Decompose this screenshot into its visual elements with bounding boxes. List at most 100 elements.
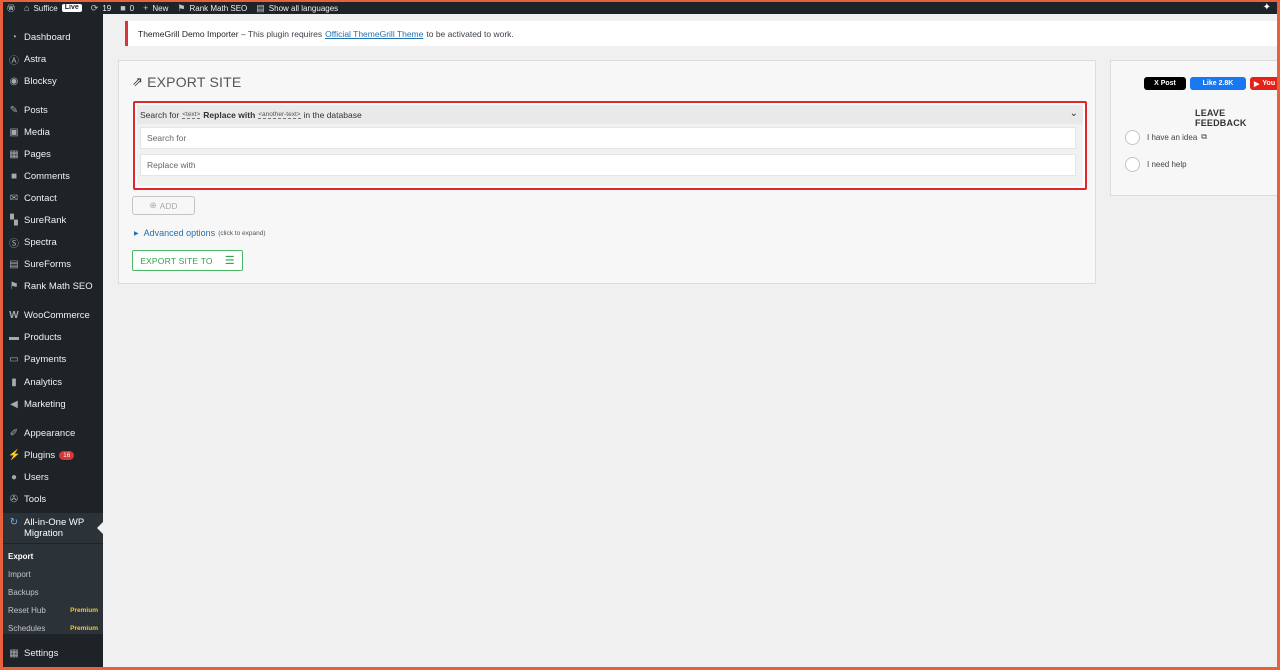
export-panel: ⇗ EXPORT SITE Search for <text> Replace … (118, 60, 1096, 284)
dashboard-icon: ◔ (10, 31, 18, 43)
rank-math-link[interactable]: ⚑ Rank Math SEO (177, 2, 247, 14)
sidebar-item-appearance[interactable]: ✐ Appearance (3, 422, 103, 444)
submenu-item-reset-hub[interactable]: Reset Hub Premium (8, 602, 100, 618)
media-icon: ▣ (9, 126, 19, 138)
products-icon: ▬ (9, 331, 19, 343)
facebook-like-button[interactable]: Like 2.8K (1190, 77, 1246, 90)
sidebar-item-blocksy[interactable]: ◉ Blocksy (3, 70, 103, 92)
submenu-item-import[interactable]: Import (8, 566, 100, 582)
plus-circle-icon: ⊕ (149, 200, 157, 210)
payments-icon: ▭ (9, 353, 19, 365)
new-content-link[interactable]: + New (143, 2, 168, 14)
rank-math-icon: ⚑ (177, 2, 186, 13)
page-title: ⇗ EXPORT SITE (132, 74, 242, 90)
youtube-button[interactable]: ▶ You (1250, 77, 1277, 90)
x-post-button[interactable]: X Post (1144, 77, 1186, 90)
wp-admin-frame: Ⓦ ⌂ Suffice Live ⟳ 19 ■ 0 + New ⚑ Rank M… (3, 2, 1277, 667)
notice-text-after: to be activated to work. (426, 28, 514, 39)
sidebar-item-comments[interactable]: ■ Comments (3, 165, 103, 187)
plus-icon: + (143, 3, 149, 13)
sidebar-item-all-in-one-wp-migration[interactable]: ↻ All-in-One WP Migration (3, 513, 103, 543)
replace-with-input[interactable]: Replace with (140, 154, 1076, 176)
plugin-notice: ThemeGrill Demo Importer – This plugin r… (125, 21, 1277, 46)
blocksy-icon: ◉ (9, 75, 19, 87)
export-site-to-button[interactable]: EXPORT SITE TO ☰ (132, 250, 243, 271)
radio-idea[interactable] (1125, 129, 1140, 145)
tools-icon: ✇ (9, 493, 19, 505)
another-text-tag: <another-text> (258, 110, 301, 119)
sureforms-icon: ▤ (9, 258, 19, 270)
add-button[interactable]: ⊕ ADD (132, 196, 195, 215)
plugins-icon: ⚡ (8, 449, 21, 461)
admin-bar: Ⓦ ⌂ Suffice Live ⟳ 19 ■ 0 + New ⚑ Rank M… (3, 2, 1277, 14)
live-badge: Live (61, 4, 82, 12)
updates-link[interactable]: ⟳ 19 (91, 2, 111, 14)
settings-icon: ▦ (9, 647, 19, 659)
contact-icon: ✉ (9, 192, 19, 204)
sidebar-item-payments[interactable]: ▭ Payments (3, 348, 103, 370)
advanced-options-toggle[interactable]: ▶ Advanced options (click to expand) (134, 228, 266, 238)
radio-help[interactable] (1125, 156, 1140, 172)
chevron-down-icon[interactable]: ⌄ (1070, 108, 1078, 119)
sidebar-item-sureforms[interactable]: ▤ SureForms (3, 253, 103, 275)
youtube-icon: ▶ (1254, 80, 1260, 88)
migration-submenu: Export Import Backups Reset Hub Premium S… (3, 544, 103, 634)
sidebar-item-analytics[interactable]: ▮ Analytics (3, 371, 103, 393)
sidebar-item-settings[interactable]: ▦ Settings (3, 642, 103, 664)
export-icon: ⇗ (132, 74, 144, 89)
plugins-update-badge: 16 (59, 450, 75, 460)
notice-theme-link[interactable]: Official ThemeGrill Theme (325, 29, 423, 39)
surerank-icon: ▚ (10, 214, 18, 226)
wordpress-logo-icon[interactable]: Ⓦ (7, 2, 15, 14)
site-name-link[interactable]: ⌂ Suffice Live (24, 2, 82, 14)
search-replace-header[interactable]: Search for <text> Replace with <another-… (137, 105, 1083, 124)
text-tag: <text> (182, 110, 201, 119)
sidebar-item-media[interactable]: ▣ Media (3, 121, 103, 143)
language-icon: ▤ (256, 2, 265, 13)
notice-text: – This plugin requires (240, 28, 323, 39)
sidebar-item-contact[interactable]: ✉ Contact (3, 187, 103, 209)
admin-sidebar: ◔ Dashboard Ⓐ Astra ◉ Blocksy ✎ Posts ▣ Media… (3, 14, 103, 667)
sidebar-item-products[interactable]: ▬ Products (3, 326, 103, 348)
premium-label: Premium (70, 624, 98, 632)
comments-icon: ■ (10, 170, 18, 182)
sidebar-item-posts[interactable]: ✎ Posts (3, 99, 103, 121)
comment-icon: ■ (120, 3, 126, 13)
sidebar-item-users[interactable]: ● Users (3, 466, 103, 488)
external-link-icon: ⧉ (1201, 132, 1207, 141)
submenu-item-schedules[interactable]: Schedules Premium (8, 620, 100, 636)
menu-icon: ☰ (224, 255, 235, 267)
sparkle-icon[interactable]: ✦ (1263, 2, 1271, 13)
submenu-item-export[interactable]: Export (8, 548, 100, 564)
languages-link[interactable]: ▤ Show all languages (256, 2, 338, 14)
users-icon: ● (10, 471, 18, 483)
search-replace-box: Search for <text> Replace with <another-… (133, 101, 1087, 190)
woocommerce-icon: W (9, 309, 19, 321)
pin-icon: ✎ (9, 104, 19, 116)
sidebar-item-dashboard[interactable]: ◔ Dashboard (3, 26, 103, 48)
marketing-icon: ◀ (10, 398, 18, 410)
updates-icon: ⟳ (90, 2, 99, 13)
rank-math-icon: ⚑ (9, 280, 19, 292)
sidebar-item-pages[interactable]: ▦ Pages (3, 143, 103, 165)
sidebar-item-spectra[interactable]: Ⓢ Spectra (3, 231, 103, 253)
astra-icon: Ⓐ (9, 55, 19, 67)
premium-label: Premium (70, 606, 98, 614)
sidebar-item-surerank[interactable]: ▚ SureRank (3, 209, 103, 231)
analytics-icon: ▮ (11, 376, 17, 388)
sidebar-item-tools[interactable]: ✇ Tools (3, 488, 103, 510)
submenu-item-backups[interactable]: Backups (8, 584, 100, 600)
option-need-help[interactable]: I need help (1125, 156, 1187, 172)
sidebar-item-woocommerce[interactable]: W WooCommerce (3, 304, 103, 326)
comments-link[interactable]: ■ 0 (120, 2, 134, 14)
sidebar-item-rank-math-seo[interactable]: ⚑ Rank Math SEO (3, 275, 103, 297)
sidebar-item-plugins[interactable]: ⚡ Plugins 16 (3, 444, 103, 466)
appearance-icon: ✐ (9, 427, 19, 439)
search-for-input[interactable]: Search for (140, 127, 1076, 149)
sidebar-item-astra[interactable]: Ⓐ Astra (3, 48, 103, 70)
sidebar-item-marketing[interactable]: ◀ Marketing (3, 393, 103, 415)
home-icon: ⌂ (24, 3, 30, 13)
option-have-idea[interactable]: I have an idea ⧉ (1125, 129, 1207, 145)
pages-icon: ▦ (9, 148, 19, 160)
feedback-panel: X Post Like 2.8K ▶ You LEAVE FEEDBACK I h… (1110, 60, 1277, 196)
